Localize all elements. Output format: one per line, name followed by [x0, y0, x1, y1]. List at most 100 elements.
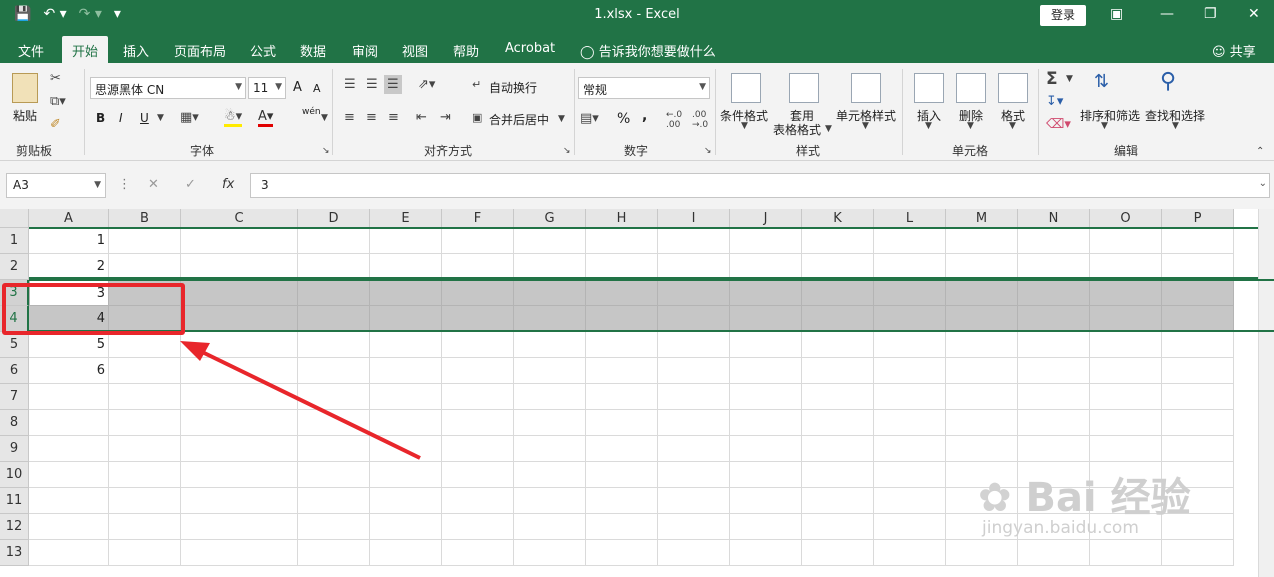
cell-A5[interactable]: 5 — [29, 332, 109, 358]
cell-E1[interactable] — [370, 228, 442, 254]
cell-H9[interactable] — [586, 436, 658, 462]
vertical-scrollbar[interactable] — [1258, 209, 1274, 577]
cell-M3[interactable] — [946, 280, 1018, 306]
cell-E13[interactable] — [370, 540, 442, 566]
cell-K5[interactable] — [802, 332, 874, 358]
cell-I4[interactable] — [658, 306, 730, 332]
cell-K6[interactable] — [802, 358, 874, 384]
fill-color-icon[interactable]: ☃▾ — [224, 109, 243, 127]
insert-function-button[interactable]: fx — [222, 177, 234, 192]
cell-P6[interactable] — [1162, 358, 1234, 384]
cell-H4[interactable] — [586, 306, 658, 332]
cell-O9[interactable] — [1090, 436, 1162, 462]
chevron-down-icon[interactable]: ▼ — [558, 114, 565, 124]
cell-E3[interactable] — [370, 280, 442, 306]
underline-button[interactable]: U — [140, 111, 149, 125]
column-header-L[interactable]: L — [874, 209, 946, 228]
cell-K4[interactable] — [802, 306, 874, 332]
cell-O5[interactable] — [1090, 332, 1162, 358]
cell-P7[interactable] — [1162, 384, 1234, 410]
format-painter-icon[interactable]: ✐ — [50, 117, 61, 132]
cell-M1[interactable] — [946, 228, 1018, 254]
chevron-down-icon[interactable]: ▼ — [1066, 74, 1073, 84]
column-header-H[interactable]: H — [586, 209, 658, 228]
cell-N13[interactable] — [1018, 540, 1090, 566]
cell-K8[interactable] — [802, 410, 874, 436]
minimize-icon[interactable]: — — [1160, 6, 1174, 22]
increase-indent-icon[interactable]: ⇥ — [440, 110, 451, 125]
tab-formulas[interactable]: 公式 — [250, 41, 276, 60]
cell-L13[interactable] — [874, 540, 946, 566]
cell-F8[interactable] — [442, 410, 514, 436]
cell-J5[interactable] — [730, 332, 802, 358]
cell-C12[interactable] — [181, 514, 298, 540]
cell-M8[interactable] — [946, 410, 1018, 436]
column-header-C[interactable]: C — [181, 209, 298, 228]
comma-button[interactable]: , — [642, 108, 647, 124]
cell-G12[interactable] — [514, 514, 586, 540]
cell-O8[interactable] — [1090, 410, 1162, 436]
cell-M7[interactable] — [946, 384, 1018, 410]
login-button[interactable]: 登录 — [1040, 5, 1086, 26]
expand-formula-icon[interactable]: ⌄ — [1259, 178, 1267, 189]
phonetic-button[interactable]: wén — [302, 107, 321, 117]
column-header-P[interactable]: P — [1162, 209, 1234, 228]
cell-K13[interactable] — [802, 540, 874, 566]
tab-file[interactable]: 文件 — [18, 41, 44, 60]
cell-J12[interactable] — [730, 514, 802, 540]
cell-B13[interactable] — [109, 540, 181, 566]
currency-icon[interactable]: ▤▾ — [580, 111, 599, 126]
cell-F9[interactable] — [442, 436, 514, 462]
wrap-text-button[interactable]: 自动换行 — [489, 79, 537, 96]
cell-F13[interactable] — [442, 540, 514, 566]
cell-L5[interactable] — [874, 332, 946, 358]
percent-button[interactable]: % — [617, 111, 630, 127]
cell-B1[interactable] — [109, 228, 181, 254]
column-header-M[interactable]: M — [946, 209, 1018, 228]
cell-C3[interactable] — [181, 280, 298, 306]
cell-H7[interactable] — [586, 384, 658, 410]
tell-me-search[interactable]: ◯ 告诉我你想要做什么 — [580, 41, 716, 60]
cell-O7[interactable] — [1090, 384, 1162, 410]
cell-G1[interactable] — [514, 228, 586, 254]
name-box[interactable]: A3 ▼ — [6, 173, 106, 198]
cell-N5[interactable] — [1018, 332, 1090, 358]
decrease-decimal-icon[interactable]: .00 →.0 — [692, 110, 708, 130]
column-header-E[interactable]: E — [370, 209, 442, 228]
enter-icon[interactable]: ✓ — [185, 177, 196, 192]
column-header-O[interactable]: O — [1090, 209, 1162, 228]
cell-C10[interactable] — [181, 462, 298, 488]
cell-K3[interactable] — [802, 280, 874, 306]
column-header-D[interactable]: D — [298, 209, 370, 228]
cell-N7[interactable] — [1018, 384, 1090, 410]
cell-J11[interactable] — [730, 488, 802, 514]
cell-A8[interactable] — [29, 410, 109, 436]
tab-page-layout[interactable]: 页面布局 — [174, 41, 226, 60]
decrease-indent-icon[interactable]: ⇤ — [416, 110, 427, 125]
cell-A1[interactable]: 1 — [29, 228, 109, 254]
align-left-icon[interactable]: ≡ — [344, 110, 355, 125]
cell-I3[interactable] — [658, 280, 730, 306]
cell-I6[interactable] — [658, 358, 730, 384]
cell-D3[interactable] — [298, 280, 370, 306]
tab-home[interactable]: 开始 — [62, 36, 109, 63]
cell-K10[interactable] — [802, 462, 874, 488]
cell-N1[interactable] — [1018, 228, 1090, 254]
increase-decimal-icon[interactable]: ←.0.00 — [666, 110, 682, 130]
row-header-1[interactable]: 1 — [0, 228, 29, 254]
share-button[interactable]: ☺ 共享 — [1212, 41, 1256, 60]
cell-O1[interactable] — [1090, 228, 1162, 254]
cell-G13[interactable] — [514, 540, 586, 566]
cell-A7[interactable] — [29, 384, 109, 410]
tab-review[interactable]: 审阅 — [352, 41, 378, 60]
row-header-7[interactable]: 7 — [0, 384, 29, 410]
cell-I8[interactable] — [658, 410, 730, 436]
paste-button-label[interactable]: 粘贴 — [13, 107, 37, 124]
cell-F1[interactable] — [442, 228, 514, 254]
cell-F5[interactable] — [442, 332, 514, 358]
cell-E10[interactable] — [370, 462, 442, 488]
row-header-11[interactable]: 11 — [0, 488, 29, 514]
cell-E4[interactable] — [370, 306, 442, 332]
cell-I13[interactable] — [658, 540, 730, 566]
cell-H13[interactable] — [586, 540, 658, 566]
